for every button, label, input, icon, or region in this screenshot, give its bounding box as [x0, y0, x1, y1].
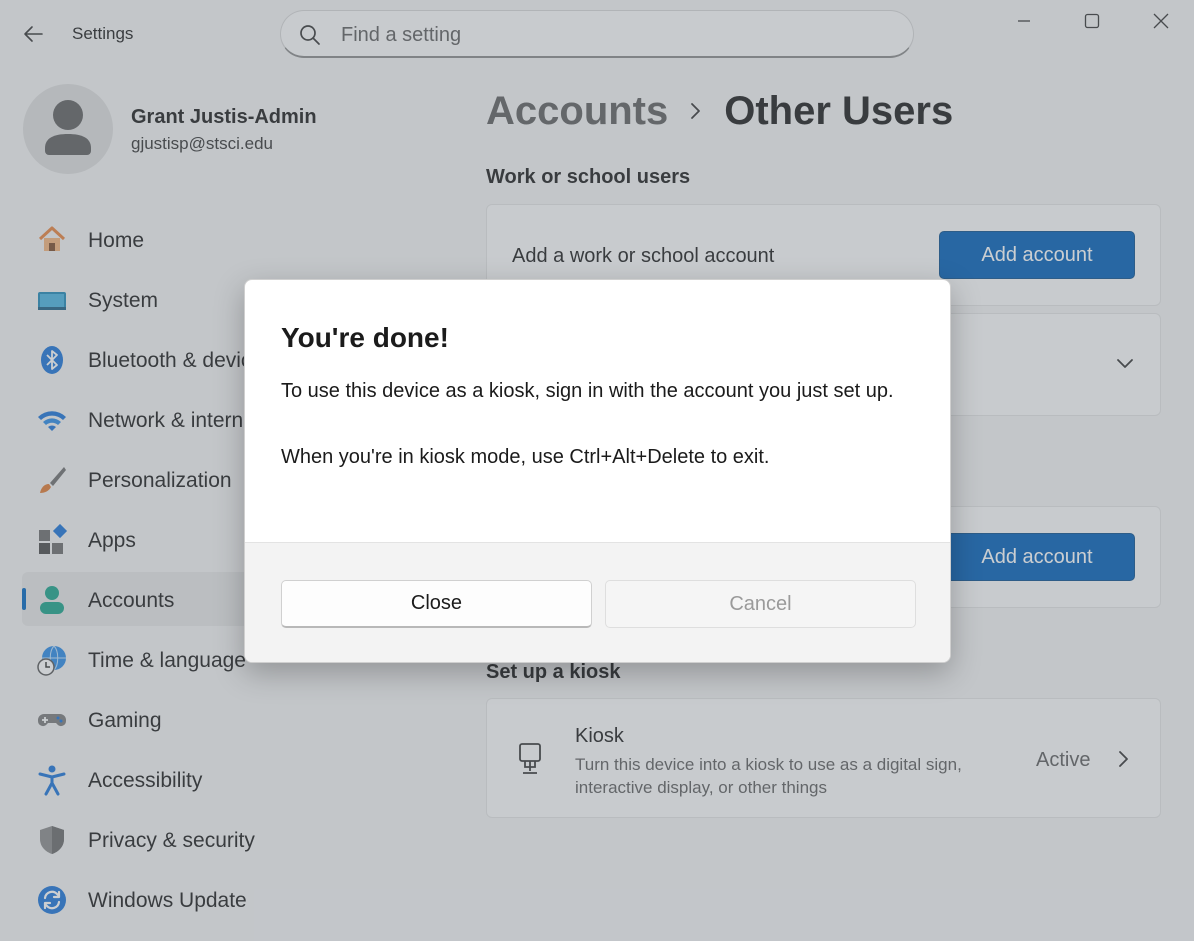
- dialog-cancel-button[interactable]: Cancel: [605, 580, 916, 628]
- dialog-close-button[interactable]: Close: [281, 580, 592, 628]
- dialog-footer: Close Cancel: [245, 542, 950, 662]
- kiosk-done-dialog: You're done! To use this device as a kio…: [244, 279, 951, 663]
- dialog-title: You're done!: [281, 322, 449, 353]
- dialog-body-line1: To use this device as a kiosk, sign in w…: [281, 380, 894, 402]
- dialog-body-line2: When you're in kiosk mode, use Ctrl+Alt+…: [281, 446, 770, 468]
